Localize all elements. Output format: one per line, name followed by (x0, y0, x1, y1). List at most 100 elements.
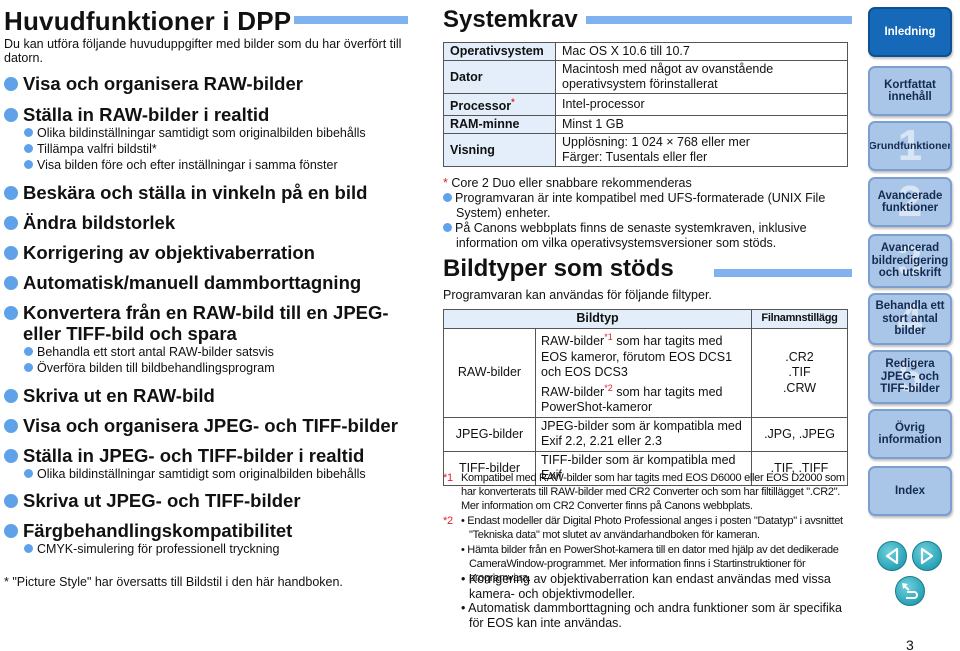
table-row: Operativsystem Mac OS X 10.6 till 10.7 (443, 42, 848, 61)
nav-inledning[interactable]: Inledning (868, 7, 952, 57)
row-value: Mac OS X 10.6 till 10.7 (555, 42, 848, 61)
bullet-icon (4, 524, 18, 538)
nav-behandla-ett-stort-antal-bilder[interactable]: 4 Behandla ett stort antal bilder (868, 293, 952, 345)
feature-item: Skriva ut JPEG- och TIFF-bilder (4, 490, 301, 511)
bullet-icon (24, 144, 33, 153)
row-key: Processor* (443, 92, 556, 117)
feature-subitem: Behandla ett stort antal RAW-bilder sats… (24, 345, 274, 360)
bullet-icon (4, 77, 18, 91)
nav-kortfattat-innehall[interactable]: Kortfattat innehåll (868, 66, 952, 116)
feature-item: Skriva ut en RAW-bild (4, 385, 215, 406)
return-icon (902, 583, 918, 599)
system-note: Programvaran är inte kompatibel med UFS-… (443, 191, 848, 221)
row-key: Dator (443, 60, 556, 94)
title-decoration-bar (586, 16, 852, 24)
bullet-icon (4, 494, 18, 508)
table-row: Processor* Intel-processor (443, 92, 848, 117)
footnote-2-item: • Automatisk dammborttagning och andra f… (461, 601, 842, 630)
feature-item: Automatisk/manuell dammborttagning (4, 272, 361, 293)
feature-item: Färgbehandlingskompatibilitet (4, 520, 292, 541)
table-row: RAW-bilder RAW-bilder*1 som har tagits m… (443, 328, 848, 418)
type-description: RAW-bilder*1 som har tagits med EOS kame… (535, 328, 752, 418)
nav-index[interactable]: Index (868, 466, 952, 516)
bullet-icon (4, 216, 18, 230)
feature-subitem: Överföra bilden till bildbehandlingsprog… (24, 361, 275, 376)
nav-grundfunktioner[interactable]: 1 Grundfunktioner (868, 121, 952, 171)
feature-item: Visa och organisera JPEG- och TIFF-bilde… (4, 415, 398, 436)
row-value: Macintosh med något av ovanstående opera… (555, 60, 848, 94)
nav-redigera-jpeg-tiff[interactable]: 5 Redigera JPEG- och TIFF-bilder (868, 350, 952, 404)
footnote-2: *2 • Endast modeller där Digital Photo P… (443, 515, 843, 584)
row-value: Minst 1 GB (555, 115, 848, 135)
header-image-type: Bildtyp (443, 309, 752, 329)
feature-item: Ställa in RAW-bilder i realtid (4, 104, 269, 125)
row-key: Visning (443, 133, 556, 168)
header-file-extension: Filnamnstillägg (751, 309, 848, 329)
type-extensions: .JPG, .JPEG (751, 416, 848, 452)
next-page-button[interactable] (912, 541, 942, 571)
feature-subitem: Olika bildinställningar samtidigt som or… (24, 467, 366, 482)
arrow-left-icon (885, 547, 899, 565)
type-description: JPEG-bilder som är kompatibla med Exif 2… (535, 416, 752, 452)
feature-item: Ställa in JPEG- och TIFF-bilder i realti… (4, 445, 364, 466)
table-row: Visning Upplösning: 1 024 × 768 eller me… (443, 133, 848, 168)
row-key: Operativsystem (443, 42, 556, 61)
feature-item: Konvertera från en RAW-bild till en JPEG… (4, 302, 404, 344)
type-label: RAW-bilder (443, 328, 536, 418)
bullet-icon (24, 347, 33, 356)
type-extensions: .CR2 .TIF .CRW (751, 328, 848, 418)
bullet-icon (4, 246, 18, 260)
nav-avancerade-funktioner[interactable]: 2 Avancerade funktioner (868, 177, 952, 227)
bullet-icon (4, 449, 18, 463)
system-requirements-title: Systemkrav (443, 6, 578, 33)
bullet-icon (24, 363, 33, 372)
bullet-icon (4, 108, 18, 122)
bullet-icon (443, 223, 452, 232)
title-decoration-bar (714, 269, 852, 277)
footnote-2-item: • Korrigering av objektivaberration kan … (461, 572, 831, 601)
system-requirements-table: Operativsystem Mac OS X 10.6 till 10.7 D… (443, 42, 848, 168)
return-button[interactable] (895, 576, 925, 606)
row-value: Upplösning: 1 024 × 768 eller mer Färger:… (555, 133, 848, 168)
supported-types-title: Bildtyper som stöds (443, 255, 674, 282)
system-note: På Canons webbplats finns de senaste sys… (443, 221, 848, 251)
bullet-icon (4, 276, 18, 290)
feature-item: Visa och organisera RAW-bilder (4, 73, 303, 94)
feature-subitem: Olika bildinställningar samtidigt som or… (24, 126, 366, 141)
bullet-icon (24, 128, 33, 137)
footnote-1: *1 Kompatibel med RAW-bilder som har tag… (443, 472, 845, 512)
table-row: RAM-minne Minst 1 GB (443, 115, 848, 135)
nav-avancerad-bildredigering[interactable]: 3 Avancerad bildredigering och utskrift (868, 234, 952, 288)
arrow-right-icon (920, 547, 934, 565)
picture-style-footnote: * "Picture Style" har översatts till Bil… (4, 575, 343, 589)
table-row: JPEG-bilder JPEG-bilder som är kompatibl… (443, 416, 848, 452)
supported-types-table: Bildtyp Filnamnstillägg RAW-bilder RAW-b… (443, 309, 848, 486)
footnote-mark: *1 (604, 332, 613, 342)
supported-types-intro: Programvaran kan användas för följande f… (443, 288, 712, 302)
bullet-icon (443, 193, 452, 202)
bullet-icon (4, 306, 18, 320)
feature-subitem: Visa bilden före och efter inställningar… (24, 158, 338, 173)
main-functions-title: Huvudfunktioner i DPP (4, 6, 292, 36)
previous-page-button[interactable] (877, 541, 907, 571)
bullet-icon (4, 419, 18, 433)
footnote-mark: * (511, 97, 515, 107)
feature-item: Beskära och ställa in vinkeln på en bild (4, 182, 367, 203)
bullet-icon (24, 469, 33, 478)
feature-item: Korrigering av objektivaberration (4, 242, 315, 263)
feature-item: Ändra bildstorlek (4, 212, 175, 233)
row-value: Intel-processor (555, 92, 848, 117)
nav-ovrig-information[interactable]: Övrig information (868, 409, 952, 459)
feature-subitem: Tillämpa valfri bildstil* (24, 142, 157, 157)
feature-subitem: CMYK-simulering för professionell tryckn… (24, 542, 279, 557)
table-header: Bildtyp Filnamnstillägg (443, 309, 848, 329)
row-key: RAM-minne (443, 115, 556, 135)
page-number: 3 (906, 637, 914, 651)
intro-text: Du kan utföra följande huvuduppgifter me… (4, 37, 402, 65)
bullet-icon (4, 186, 18, 200)
title-decoration-bar (294, 16, 408, 24)
type-label: JPEG-bilder (443, 416, 536, 452)
bullet-icon (24, 544, 33, 553)
processor-note: * Core 2 Duo eller snabbare rekommendera… (443, 176, 692, 190)
table-row: Dator Macintosh med något av ovanstående… (443, 60, 848, 94)
